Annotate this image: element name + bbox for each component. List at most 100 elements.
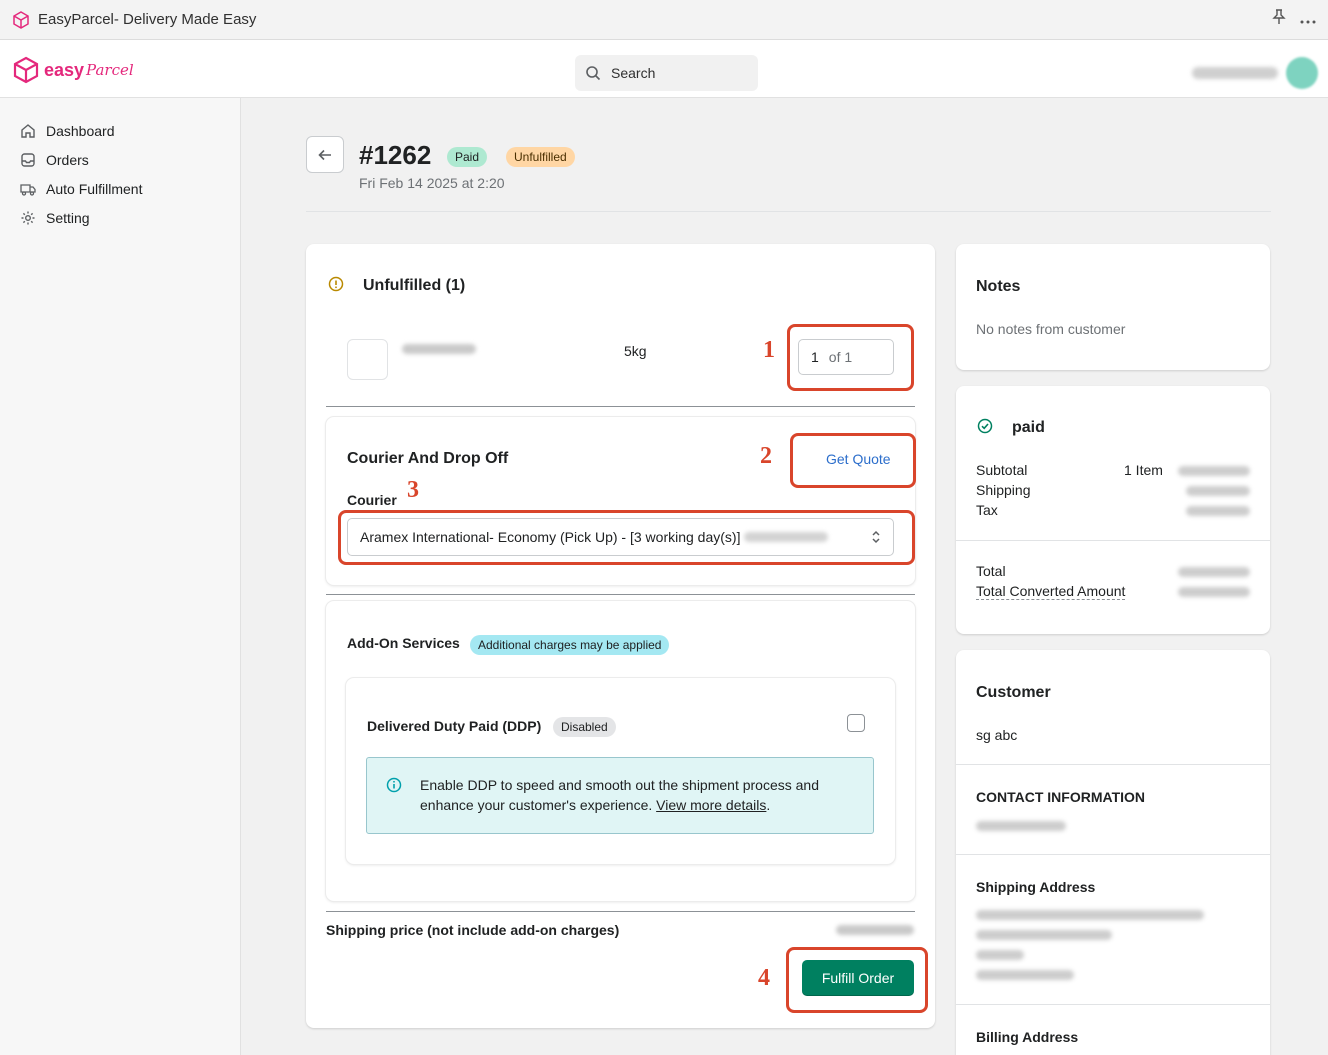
addon-services-card: Add-On Services Additional charges may b… — [326, 601, 915, 901]
gear-icon — [21, 211, 35, 224]
total-value-blurred — [1178, 567, 1250, 577]
user-name-blurred — [1192, 67, 1278, 79]
shipping-price-blurred — [836, 925, 914, 935]
payment-status-badge: Paid — [447, 147, 488, 167]
sidebar: Dashboard Orders Auto Fulfillment Settin… — [0, 98, 241, 1055]
section-divider — [326, 594, 915, 595]
cube-icon — [12, 10, 30, 29]
alert-circle-icon — [328, 276, 344, 295]
shipping-cost-label: Shipping — [976, 482, 1031, 498]
view-more-details-link[interactable]: View more details — [656, 797, 766, 813]
header-divider — [306, 211, 1271, 212]
product-weight: 5kg — [624, 343, 647, 359]
search-icon — [586, 66, 601, 81]
ddp-info-text: Enable DDP to speed and smooth out the s… — [420, 775, 860, 815]
check-circle-icon — [977, 418, 993, 437]
app-topbar: easy Parcel Search — [0, 40, 1328, 98]
customer-divider — [956, 1004, 1270, 1005]
ddp-card: Delivered Duty Paid (DDP) Disabled Enabl… — [346, 678, 895, 864]
customer-name[interactable]: sg abc — [976, 727, 1017, 743]
pin-icon[interactable] — [1272, 9, 1286, 30]
shipping-price-label: Shipping price (not include add-on charg… — [326, 922, 620, 938]
section-divider — [326, 406, 915, 407]
addon-services-title: Add-On Services — [347, 635, 460, 651]
logo-word: easy — [44, 59, 85, 80]
notes-text: No notes from customer — [976, 321, 1126, 337]
shipping-value-blurred — [1186, 486, 1250, 496]
customer-divider — [956, 854, 1270, 855]
contact-information-title: CONTACT INFORMATION — [976, 789, 1146, 805]
arrow-left-icon — [318, 149, 331, 160]
back-button[interactable] — [306, 136, 344, 173]
ddp-info-banner: Enable DDP to speed and smooth out the s… — [366, 757, 874, 834]
customer-title: Customer — [976, 684, 1051, 701]
search-placeholder: Search — [611, 65, 656, 81]
addon-charges-badge: Additional charges may be applied — [470, 635, 670, 655]
user-menu[interactable] — [1192, 57, 1318, 89]
annotation-box-1 — [787, 324, 914, 391]
tax-label: Tax — [976, 502, 998, 518]
notes-title: Notes — [976, 278, 1021, 295]
contact-email-blurred[interactable] — [976, 821, 1066, 831]
unfulfilled-title: Unfulfilled (1) — [363, 277, 466, 294]
main-content: #1262 Paid Unfulfilled Fri Feb 14 2025 a… — [241, 98, 1328, 1055]
billing-address-title: Billing Address — [976, 1029, 1079, 1045]
sidebar-item-label: Orders — [46, 151, 89, 168]
ddp-title: Delivered Duty Paid (DDP) — [367, 718, 542, 734]
courier-section-title: Courier And Drop Off — [347, 450, 509, 467]
total-label: Total — [976, 563, 1006, 579]
subtotal-label: Subtotal — [976, 462, 1028, 478]
sidebar-item-auto-fulfillment[interactable]: Auto Fulfillment — [0, 174, 240, 203]
sidebar-item-label: Dashboard — [46, 122, 115, 139]
ddp-status-badge: Disabled — [553, 717, 616, 737]
product-thumbnail — [347, 339, 388, 380]
annotation-number-3: 3 — [407, 477, 419, 503]
fulfillment-status-badge: Unfulfilled — [506, 147, 575, 167]
product-name-blurred[interactable] — [402, 344, 476, 354]
more-options-icon[interactable] — [1300, 11, 1316, 29]
logo-script: Parcel — [86, 61, 134, 79]
item-count: 1 Item — [1124, 462, 1163, 478]
info-icon — [386, 777, 402, 796]
converted-value-blurred — [1178, 587, 1250, 597]
ddp-info-suffix: . — [766, 797, 771, 813]
payment-status: paid — [1012, 419, 1045, 436]
logo-cube-icon — [13, 56, 39, 84]
sidebar-item-label: Setting — [46, 209, 90, 226]
easyparcel-logo[interactable]: easy Parcel — [12, 56, 134, 84]
payment-divider — [956, 540, 1270, 541]
ddp-checkbox[interactable] — [847, 714, 865, 732]
subtotal-value-blurred — [1178, 466, 1250, 476]
shipping-address-title: Shipping Address — [976, 879, 1096, 895]
truck-icon — [20, 183, 36, 196]
shipping-address-line-blurred — [976, 950, 1024, 960]
converted-amount-label[interactable]: Total Converted Amount — [976, 583, 1126, 600]
customer-divider — [956, 764, 1270, 765]
window-titlebar: EasyParcel- Delivery Made Easy — [0, 0, 1328, 40]
sidebar-item-setting[interactable]: Setting — [0, 203, 240, 232]
avatar — [1286, 57, 1318, 89]
courier-label: Courier — [347, 492, 397, 508]
shipping-address-line-blurred — [976, 910, 1204, 920]
search-input[interactable]: Search — [575, 55, 758, 91]
section-divider — [326, 911, 915, 912]
annotation-box-3 — [338, 510, 915, 565]
payment-card: paid Subtotal 1 Item Shipping Tax Total … — [956, 386, 1270, 634]
inbox-icon — [21, 152, 35, 167]
shipping-address-line-blurred — [976, 970, 1074, 980]
notes-card: Notes No notes from customer — [956, 244, 1270, 370]
home-icon — [21, 123, 35, 138]
annotation-box-2 — [790, 433, 916, 488]
order-date: Fri Feb 14 2025 at 2:20 — [359, 175, 505, 191]
sidebar-item-label: Auto Fulfillment — [46, 180, 143, 197]
annotation-box-4 — [786, 947, 928, 1013]
annotation-number-2: 2 — [760, 443, 772, 469]
annotation-number-4: 4 — [758, 965, 770, 991]
order-number: #1262 — [359, 140, 432, 170]
customer-card: Customer sg abc CONTACT INFORMATION Ship… — [956, 650, 1270, 1055]
sidebar-item-orders[interactable]: Orders — [0, 145, 240, 174]
tax-value-blurred — [1186, 506, 1250, 516]
annotation-number-1: 1 — [763, 337, 775, 363]
shipping-address-line-blurred — [976, 930, 1112, 940]
sidebar-item-dashboard[interactable]: Dashboard — [0, 116, 240, 145]
